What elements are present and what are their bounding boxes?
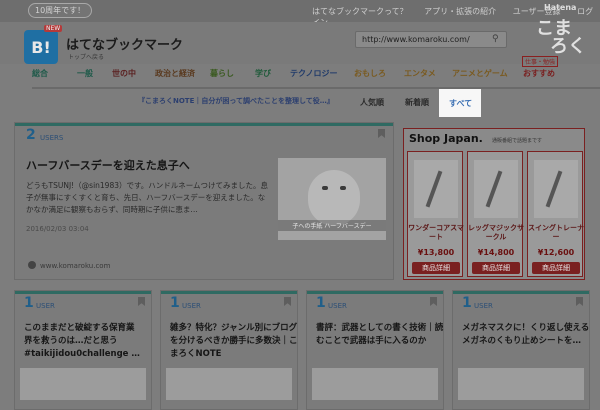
category-tab[interactable]: テクノロジー xyxy=(290,68,338,79)
card-accent xyxy=(453,291,589,294)
product-price: ¥12,600 xyxy=(537,248,575,257)
product-image xyxy=(534,160,578,218)
entry-thumbnail[interactable] xyxy=(20,368,146,400)
category-underline xyxy=(32,87,600,89)
category-tab[interactable]: 政治と経済 xyxy=(155,68,195,79)
ad-item[interactable]: スイングトレーナー ¥12,600 商品詳細 xyxy=(527,151,584,277)
category-tab[interactable]: おもしろ xyxy=(354,68,386,79)
tab-popular[interactable]: 人気順 xyxy=(360,97,384,108)
bookmark-count[interactable]: 1 xyxy=(316,295,326,311)
entry-title[interactable]: メガネマスクに！くり返し使えるメガネのくもり止めシートを… xyxy=(462,322,590,348)
komaroku-logo: こま ろく xyxy=(536,18,586,57)
category-tab[interactable]: 一般 xyxy=(77,68,93,79)
product-price: ¥14,800 xyxy=(477,248,515,257)
new-tag: NEW xyxy=(44,25,63,32)
bookmark-count[interactable]: 1 xyxy=(462,295,472,311)
bookmark-count[interactable]: 2 xyxy=(26,127,36,143)
tab-newest[interactable]: 新着順 xyxy=(405,97,429,108)
ad-brand: Shop Japan. xyxy=(409,132,483,145)
product-detail-button[interactable]: 商品詳細 xyxy=(472,262,520,274)
entry-thumbnail[interactable]: 子への手紙 ハーフバースデー xyxy=(278,158,386,240)
ad-note: 通販番組で話題まです xyxy=(492,138,543,144)
entry-source[interactable]: www.komaroku.com xyxy=(40,262,110,270)
entry-thumbnail[interactable] xyxy=(312,368,438,400)
category-tab[interactable]: おすすめ xyxy=(523,68,555,79)
product-detail-button[interactable]: 商品詳細 xyxy=(532,262,580,274)
entry-title[interactable]: 雑多？特化？ジャンル別にブログを分けるべきか勝手に多数決｜こまろくNOTE xyxy=(170,322,298,361)
baby-face-image xyxy=(308,170,360,226)
apps-link[interactable]: アプリ・拡張の紹介 xyxy=(424,7,496,16)
card-accent xyxy=(15,123,393,126)
search-input[interactable]: http://www.komaroku.com/ xyxy=(355,31,507,48)
thumbnail-caption: 子への手紙 ハーフバースデー xyxy=(278,220,386,231)
product-name: レッグマジックサークル xyxy=(468,224,524,241)
product-image xyxy=(414,160,458,218)
category-tab[interactable]: エンタメ xyxy=(404,68,436,79)
bookmark-count[interactable]: 1 xyxy=(170,295,180,311)
entry-thumbnail[interactable] xyxy=(166,368,292,400)
about-link[interactable]: はてなブックマークって？ xyxy=(312,7,408,16)
category-tab[interactable]: 暮らし xyxy=(210,68,234,79)
hatena-bookmark-logo[interactable]: B! xyxy=(24,30,58,64)
entry-date: 2016/02/03 03:04 xyxy=(26,225,89,233)
product-price: ¥13,800 xyxy=(417,248,455,257)
product-name: ワンダーコアスマート xyxy=(408,224,464,241)
back-to-top-link[interactable]: トップへ戻る xyxy=(68,52,104,61)
ad-item[interactable]: レッグマジックサークル ¥14,800 商品詳細 xyxy=(467,151,524,277)
card-accent xyxy=(15,291,151,294)
card-accent xyxy=(161,291,297,294)
tab-all[interactable]: すべて xyxy=(439,89,481,117)
favicon-icon xyxy=(28,261,36,269)
entry-description: どうもTSUNJ!（@sin1983）です。ハンドルネームつけてみました。息子が… xyxy=(26,181,269,214)
entry-title[interactable]: 書評：武器としての書く技術｜読むことで武器は手に入るのか xyxy=(316,322,444,348)
campaign-banner[interactable]: 『こまろくNOTE｜自分が困って調べたことを整理して役…』 xyxy=(138,96,334,106)
users-label: USER xyxy=(182,302,201,310)
product-name: スイングトレーナー xyxy=(528,224,584,241)
eye-shape xyxy=(322,186,328,190)
category-tab[interactable]: 総合 xyxy=(32,68,48,79)
product-image xyxy=(474,160,518,218)
product-detail-button[interactable]: 商品詳細 xyxy=(412,262,460,274)
shop-japan-ad[interactable]: Shop Japan. 通販番組で話題まです ワンダーコアスマート ¥13,80… xyxy=(403,128,585,280)
category-nav: 総合 一般 世の中 政治と経済 暮らし 学び テクノロジー おもしろ エンタメ アニメとゲーム おす… xyxy=(32,68,600,89)
category-tab[interactable]: 世の中 xyxy=(112,68,136,79)
work-study-tag: 仕事・勉強 xyxy=(522,56,559,67)
ad-item[interactable]: ワンダーコアスマート ¥13,800 商品詳細 xyxy=(407,151,464,277)
card-accent xyxy=(307,291,443,294)
search-icon[interactable]: ⚲ xyxy=(492,34,502,44)
entry-thumbnail[interactable] xyxy=(458,368,584,400)
users-label: USER xyxy=(328,302,347,310)
users-label: USER xyxy=(474,302,493,310)
category-tab[interactable]: 学び xyxy=(255,68,271,79)
bookmark-count[interactable]: 1 xyxy=(24,295,34,311)
category-tab[interactable]: アニメとゲーム xyxy=(452,68,508,79)
site-title[interactable]: はてなブックマーク xyxy=(66,34,183,53)
eye-shape xyxy=(340,186,346,190)
users-label: USER xyxy=(36,302,55,310)
anniversary-badge[interactable]: 10周年です！ xyxy=(28,3,93,18)
tab-all-label: すべて xyxy=(449,99,473,108)
entry-title[interactable]: ハーフバースデーを迎えた息子へ xyxy=(26,157,190,173)
users-label: USERS xyxy=(40,134,64,142)
entry-title[interactable]: このままだと破綻する保育業界を救うのは…だと思う #taikijidou0cha… xyxy=(24,322,142,361)
